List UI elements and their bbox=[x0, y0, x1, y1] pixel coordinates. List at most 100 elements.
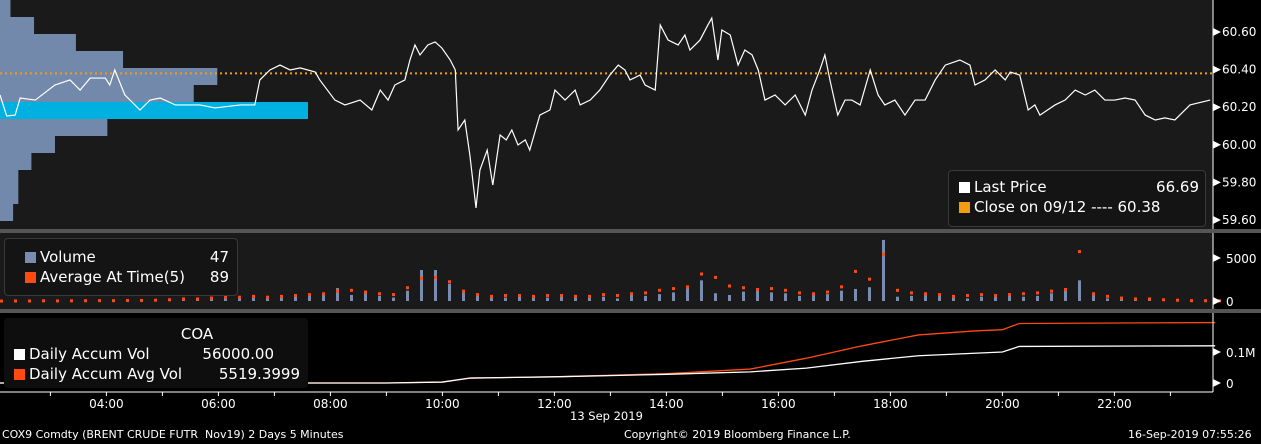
volume-bar bbox=[420, 270, 423, 301]
volume-bar bbox=[784, 293, 787, 301]
accum-avg-swatch bbox=[14, 369, 25, 380]
volume-bar bbox=[602, 296, 605, 301]
volume-y-tick-label: 0 bbox=[1226, 295, 1234, 309]
volume-bar bbox=[350, 294, 353, 301]
avg-at-time-dot bbox=[1064, 287, 1067, 291]
x-tick-label: 12:00 bbox=[537, 397, 572, 411]
avg-at-time-dot bbox=[574, 294, 577, 298]
avg-at-time-dot bbox=[210, 296, 213, 300]
volume-bar bbox=[252, 297, 255, 301]
avg-at-time-dot bbox=[742, 286, 745, 290]
volume-profile-bar bbox=[0, 136, 55, 153]
avg-at-time-dot bbox=[952, 294, 955, 298]
volume-profile-bar bbox=[0, 17, 35, 34]
coa-legend: COA Daily Accum Vol 56000.00 Daily Accum … bbox=[4, 318, 308, 388]
avg-at-time-dot bbox=[1190, 299, 1193, 303]
volume-bar bbox=[966, 298, 969, 301]
volume-swatch bbox=[25, 252, 36, 263]
avg-at-time-dot bbox=[966, 293, 969, 297]
volume-profile-bar bbox=[0, 187, 19, 204]
avg-at-time-dot bbox=[1176, 298, 1179, 302]
volume-bar bbox=[462, 292, 465, 301]
volume-bar bbox=[728, 294, 731, 301]
avg-at-time-dot bbox=[434, 275, 437, 279]
accum-y-tick-label: 0.1M bbox=[1226, 346, 1255, 360]
avg-at-time-dot bbox=[126, 298, 129, 302]
avg-at-time-dot bbox=[336, 289, 339, 293]
price-y-tick-label: 60.60 bbox=[1222, 25, 1256, 39]
last-price-label: Last Price bbox=[974, 178, 1047, 196]
avg-at-time-dot bbox=[1204, 299, 1207, 303]
volume-profile-bar bbox=[0, 204, 14, 221]
avg-at-time-dot bbox=[266, 295, 269, 299]
avg-at-time-dot bbox=[980, 293, 983, 297]
volume-bar bbox=[644, 295, 647, 301]
accum-y-tick-label: 0 bbox=[1226, 377, 1234, 391]
date-label: 13 Sep 2019 bbox=[570, 409, 643, 423]
volume-value: 47 bbox=[209, 248, 229, 266]
avg-at-time-dot bbox=[196, 297, 199, 301]
avg-at-time-dot bbox=[294, 293, 297, 297]
volume-profile-bar bbox=[0, 153, 32, 170]
last-price-swatch bbox=[959, 182, 970, 193]
avg-at-time-dot bbox=[406, 286, 409, 290]
avg-at-time-dot bbox=[532, 294, 535, 298]
avg-at-time-dot bbox=[322, 292, 325, 296]
avg-at-time-dot bbox=[238, 295, 241, 299]
panel-divider bbox=[0, 309, 1261, 313]
volume-bar bbox=[630, 294, 633, 301]
y-tick-marker bbox=[1213, 178, 1221, 187]
x-tick-label: 10:00 bbox=[425, 397, 460, 411]
avg-at-time-dot bbox=[728, 284, 731, 288]
y-tick-marker bbox=[1213, 379, 1221, 387]
avg-at-time-dot bbox=[476, 293, 479, 297]
accum-avg-value: 5519.3999 bbox=[218, 365, 300, 383]
volume-bar bbox=[1106, 298, 1109, 301]
avg-at-time-dot bbox=[70, 299, 73, 303]
volume-bar bbox=[224, 298, 227, 301]
volume-bar bbox=[868, 287, 871, 301]
avg-at-time-dot bbox=[504, 293, 507, 297]
volume-profile-bar bbox=[0, 34, 76, 51]
volume-bar bbox=[672, 292, 675, 301]
avg-at-time-dot bbox=[84, 299, 87, 303]
volume-y-tick-label: 5000 bbox=[1226, 252, 1257, 266]
volume-bar bbox=[798, 295, 801, 301]
avg-at-time-dot bbox=[672, 287, 675, 291]
volume-bar bbox=[980, 296, 983, 301]
close-swatch bbox=[959, 202, 970, 213]
avg-at-time-dot bbox=[490, 294, 493, 298]
volume-bar bbox=[546, 297, 549, 301]
avg-at-time-dot bbox=[1134, 297, 1137, 301]
volume-bar bbox=[952, 297, 955, 301]
volume-bar bbox=[1078, 280, 1081, 301]
avg-at-time-dot bbox=[1036, 291, 1039, 295]
y-tick-marker bbox=[1213, 140, 1221, 149]
avg-at-time-dot bbox=[280, 294, 283, 298]
volume-bar bbox=[658, 294, 661, 301]
accum-label: Daily Accum Vol bbox=[29, 345, 150, 363]
avg-at-time-dot bbox=[560, 293, 563, 297]
volume-bar bbox=[588, 297, 591, 301]
avg-at-time-dot bbox=[1162, 298, 1165, 302]
y-tick-marker bbox=[1213, 254, 1221, 262]
avg-at-time-dot bbox=[1078, 250, 1081, 254]
volume-bar bbox=[1008, 295, 1011, 301]
status-copyright: Copyright© 2019 Bloomberg Finance L.P. bbox=[624, 428, 851, 441]
avg-at-time-dot bbox=[420, 276, 423, 280]
volume-bar bbox=[406, 290, 409, 301]
volume-bar bbox=[770, 292, 773, 301]
price-y-tick-label: 59.60 bbox=[1222, 213, 1256, 227]
y-tick-marker bbox=[1213, 65, 1221, 74]
avg-at-time-dot bbox=[812, 292, 815, 296]
volume-bar bbox=[1064, 290, 1067, 301]
volume-profile-bar bbox=[0, 102, 308, 119]
volume-profile-bar bbox=[0, 170, 19, 187]
volume-profile-bar bbox=[0, 0, 11, 17]
avg-at-time-dot bbox=[602, 293, 605, 297]
volume-bar bbox=[882, 239, 885, 301]
status-timestamp: 16-Sep-2019 07:55:26 bbox=[1128, 428, 1252, 441]
avg-at-time-dot bbox=[1008, 293, 1011, 297]
avg-at-time-dot bbox=[168, 298, 171, 302]
avg-at-time-dot bbox=[938, 293, 941, 297]
